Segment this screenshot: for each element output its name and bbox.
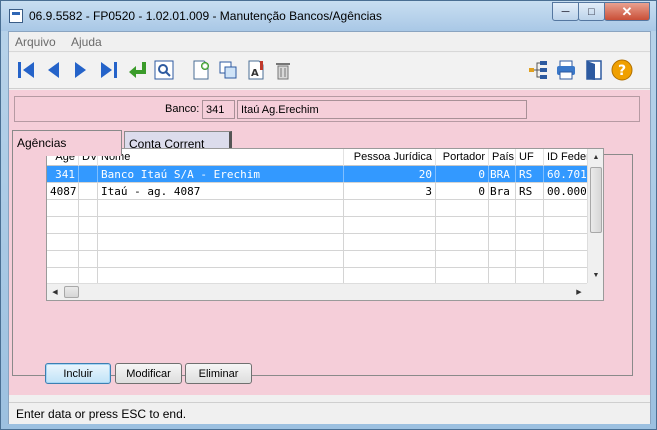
modificar-button[interactable]: Modificar xyxy=(115,363,182,384)
exit-door-icon[interactable] xyxy=(582,58,606,82)
eliminar-button[interactable]: Eliminar xyxy=(185,363,252,384)
column-header-portador[interactable]: Portador xyxy=(436,149,489,166)
title-bar[interactable]: 06.9.5582 - FP0520 - 1.02.01.009 - Manut… xyxy=(1,1,656,31)
table-row[interactable]: 341 Banco Itaú S/A - Erechim 20 0 BRA RS… xyxy=(47,166,587,183)
cell-portador: 0 xyxy=(436,183,489,199)
status-bar: Enter data or press ESC to end. xyxy=(9,402,650,424)
tab-agencias[interactable]: Agências xyxy=(12,130,122,156)
cell-pais: BRA xyxy=(489,166,516,182)
table-row[interactable]: 4087 Itaú - ag. 4087 3 0 Bra RS 00.000. xyxy=(47,183,587,200)
tree-icon[interactable] xyxy=(526,58,550,82)
svg-text:?: ? xyxy=(618,63,626,79)
empty-row[interactable] xyxy=(47,200,587,217)
previous-record-icon[interactable] xyxy=(41,58,65,82)
empty-row[interactable] xyxy=(47,217,587,234)
toolbar: A ? xyxy=(9,53,650,89)
scroll-down-icon[interactable]: ▼ xyxy=(588,267,604,283)
menu-ajuda[interactable]: Ajuda xyxy=(71,35,102,49)
scroll-corner xyxy=(587,283,603,300)
vertical-scrollbar[interactable]: ▲ ▼ xyxy=(587,149,603,283)
next-record-icon[interactable] xyxy=(69,58,93,82)
print-icon[interactable] xyxy=(554,58,578,82)
cell-id-federal: 00.000. xyxy=(547,185,587,198)
column-header-pais[interactable]: País xyxy=(489,149,516,166)
menu-bar: Arquivo Ajuda xyxy=(9,32,650,52)
maximize-button[interactable]: □ xyxy=(578,2,605,21)
column-header-pessoa-juridica[interactable]: Pessoa Jurídica xyxy=(344,149,436,166)
vertical-scroll-thumb[interactable] xyxy=(590,167,602,233)
empty-row[interactable] xyxy=(47,251,587,268)
column-header-nome[interactable]: Nome xyxy=(98,149,344,166)
new-record-icon[interactable] xyxy=(189,58,213,82)
incluir-button[interactable]: Incluir xyxy=(45,363,111,384)
close-button[interactable]: ✕ xyxy=(604,2,650,21)
application-window: 06.9.5582 - FP0520 - 1.02.01.009 - Manut… xyxy=(0,0,657,430)
horizontal-scroll-thumb[interactable] xyxy=(64,286,79,298)
search-icon[interactable] xyxy=(152,58,176,82)
cell-uf: RS xyxy=(516,166,544,182)
first-record-icon[interactable] xyxy=(14,58,38,82)
cell-age: 341 xyxy=(47,166,79,182)
horizontal-scrollbar[interactable]: ◀ ▶ xyxy=(47,283,587,300)
cell-nome: Itaú - ag. 4087 xyxy=(98,183,344,199)
app-icon xyxy=(9,9,23,23)
cell-dv xyxy=(79,183,98,199)
return-icon[interactable] xyxy=(125,58,149,82)
cell-age: 4087 xyxy=(47,183,79,199)
cell-dv xyxy=(79,166,98,182)
bank-label: Banco: xyxy=(165,103,200,115)
scroll-left-icon[interactable]: ◀ xyxy=(47,284,63,300)
bank-frame: Banco: 341 Itaú Ag.Erechim xyxy=(14,96,640,122)
delete-record-icon[interactable] xyxy=(271,58,295,82)
cell-uf: RS xyxy=(516,183,544,199)
menu-arquivo[interactable]: Arquivo xyxy=(15,35,56,49)
cell-portador: 0 xyxy=(436,166,489,182)
grid-body: 341 Banco Itaú S/A - Erechim 20 0 BRA RS… xyxy=(47,166,587,285)
minimize-button[interactable]: ─ xyxy=(552,2,579,21)
empty-row[interactable] xyxy=(47,234,587,251)
cell-nome: Banco Itaú S/A - Erechim xyxy=(98,166,344,182)
bank-name-field[interactable]: Itaú Ag.Erechim xyxy=(237,100,527,119)
cell-pessoa-juridica: 20 xyxy=(344,166,436,182)
scroll-right-icon[interactable]: ▶ xyxy=(571,284,587,300)
client-area: Arquivo Ajuda A ? Banco: 341 Itaú Ag.Ere… xyxy=(8,31,651,424)
column-header-uf[interactable]: UF xyxy=(516,149,544,166)
column-header-id-federal[interactable]: ID Federal xyxy=(544,149,587,166)
copy-record-icon[interactable] xyxy=(216,58,240,82)
window-controls: ─ □ ✕ xyxy=(552,2,650,21)
scroll-up-icon[interactable]: ▲ xyxy=(588,149,604,165)
last-record-icon[interactable] xyxy=(97,58,121,82)
grid-header: Age DV Nome Pessoa Jurídica Portador Paí… xyxy=(47,149,587,166)
cell-id-federal: 60.701. xyxy=(547,168,587,181)
cell-pessoa-juridica: 3 xyxy=(344,183,436,199)
svg-text:A: A xyxy=(251,68,259,79)
window-title: 06.9.5582 - FP0520 - 1.02.01.009 - Manut… xyxy=(29,9,382,23)
bank-code-field[interactable]: 341 xyxy=(202,100,235,119)
edit-record-icon[interactable]: A xyxy=(244,58,268,82)
help-icon[interactable]: ? xyxy=(610,58,634,82)
agencias-grid[interactable]: Age DV Nome Pessoa Jurídica Portador Paí… xyxy=(46,148,604,301)
cell-pais: Bra xyxy=(489,183,516,199)
